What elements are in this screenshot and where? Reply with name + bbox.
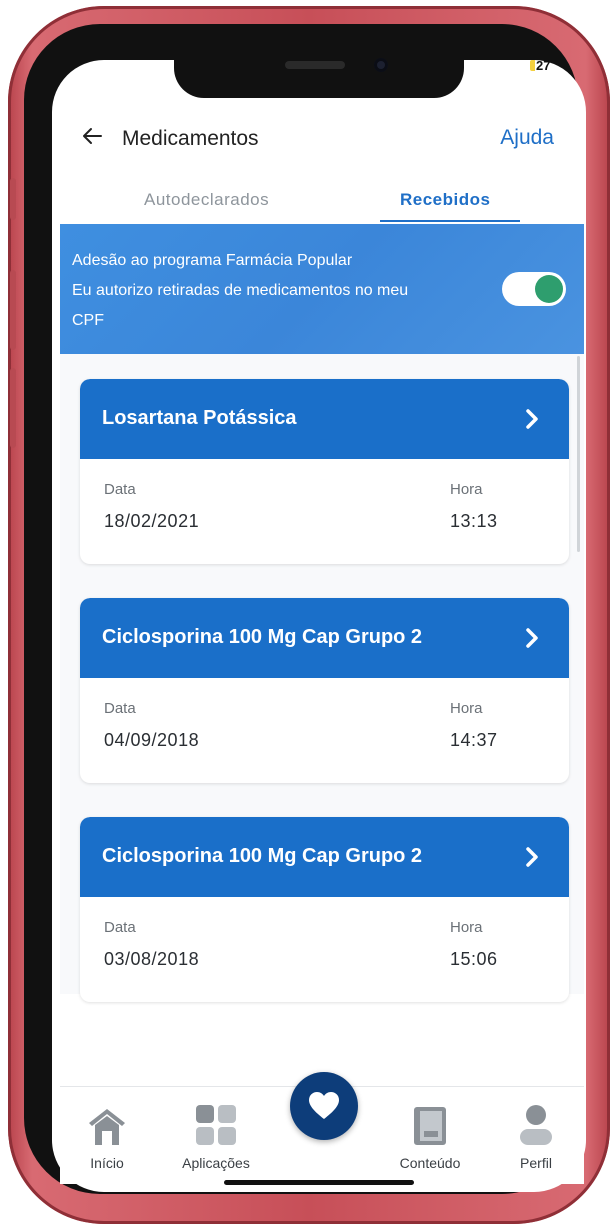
nav-label: Conteúdo <box>399 1155 461 1171</box>
nav-label: Perfil <box>520 1155 552 1171</box>
nav-item-inicio[interactable]: Início <box>72 1087 142 1185</box>
nav-item-perfil[interactable]: Perfil <box>506 1087 566 1185</box>
banner-text-line: CPF <box>72 312 104 329</box>
tab-recebidos[interactable]: Recebidos <box>400 190 490 210</box>
time-label: Hora <box>450 481 483 498</box>
tab-bar: Autodeclarados Recebidos <box>60 180 584 224</box>
time-value: 14:37 <box>450 730 498 750</box>
medication-card: Ciclosporina 100 Mg Cap Grupo 2 Data Hor… <box>80 598 569 783</box>
date-label: Data <box>104 700 136 717</box>
battery-indicator: 27 <box>530 58 558 73</box>
nav-item-conteudo[interactable]: Conteúdo <box>382 1087 478 1185</box>
person-icon <box>520 1105 552 1145</box>
authorization-toggle[interactable] <box>502 272 566 306</box>
toggle-knob <box>535 275 563 303</box>
nav-label: Aplicações <box>182 1155 250 1171</box>
medication-name: Ciclosporina 100 Mg Cap Grupo 2 <box>102 626 423 648</box>
nav-label: Início <box>90 1155 124 1171</box>
front-camera <box>374 58 388 72</box>
medication-card: Losartana Potássica Data Hora 18/02/2021… <box>80 379 569 564</box>
home-icon <box>89 1109 125 1145</box>
nav-item-aplicacoes[interactable]: Aplicações <box>170 1087 262 1185</box>
farmacia-popular-banner: Adesão ao programa Farmácia Popular Eu a… <box>60 224 584 354</box>
scrollbar[interactable] <box>577 356 580 552</box>
active-tab-indicator <box>380 220 520 222</box>
medication-card-header[interactable]: Losartana Potássica <box>80 379 569 459</box>
arrow-left-icon <box>83 128 102 144</box>
volume-up-button <box>10 270 16 350</box>
heart-icon <box>309 1092 339 1119</box>
date-label: Data <box>104 481 136 498</box>
medication-card: Ciclosporina 100 Mg Cap Grupo 2 Data Hor… <box>80 817 569 1002</box>
medication-list: Losartana Potássica Data Hora 18/02/2021… <box>60 354 584 1002</box>
tab-autodeclarados[interactable]: Autodeclarados <box>144 190 269 210</box>
time-value: 15:06 <box>450 949 498 969</box>
book-icon <box>414 1107 446 1145</box>
help-link[interactable]: Ajuda <box>500 126 554 150</box>
date-label: Data <box>104 919 136 936</box>
medication-card-header[interactable]: Ciclosporina 100 Mg Cap Grupo 2 <box>80 598 569 678</box>
banner-title: Adesão ao programa Farmácia Popular <box>72 252 353 269</box>
mute-switch <box>10 178 16 220</box>
apps-grid-icon <box>196 1105 236 1145</box>
home-indicator <box>224 1180 414 1185</box>
time-label: Hora <box>450 919 483 936</box>
medication-name: Losartana Potássica <box>102 407 297 429</box>
chevron-right-icon <box>526 409 538 429</box>
medication-name: Ciclosporina 100 Mg Cap Grupo 2 <box>102 845 423 867</box>
chevron-right-icon <box>526 847 538 867</box>
chevron-right-icon <box>526 628 538 648</box>
date-value: 18/02/2021 <box>104 511 200 531</box>
date-value: 04/09/2018 <box>104 730 200 750</box>
notch <box>174 52 464 98</box>
banner-text-line: Eu autorizo retiradas de medicamentos no… <box>72 282 409 299</box>
volume-down-button <box>10 368 16 448</box>
page-title: Medicamentos <box>122 127 259 150</box>
back-button[interactable] <box>80 124 108 154</box>
date-value: 03/08/2018 <box>104 949 200 969</box>
medication-card-header[interactable]: Ciclosporina 100 Mg Cap Grupo 2 <box>80 817 569 897</box>
speaker <box>285 61 345 69</box>
time-value: 13:13 <box>450 511 498 531</box>
health-fab-button[interactable] <box>290 1072 358 1140</box>
time-label: Hora <box>450 700 483 717</box>
